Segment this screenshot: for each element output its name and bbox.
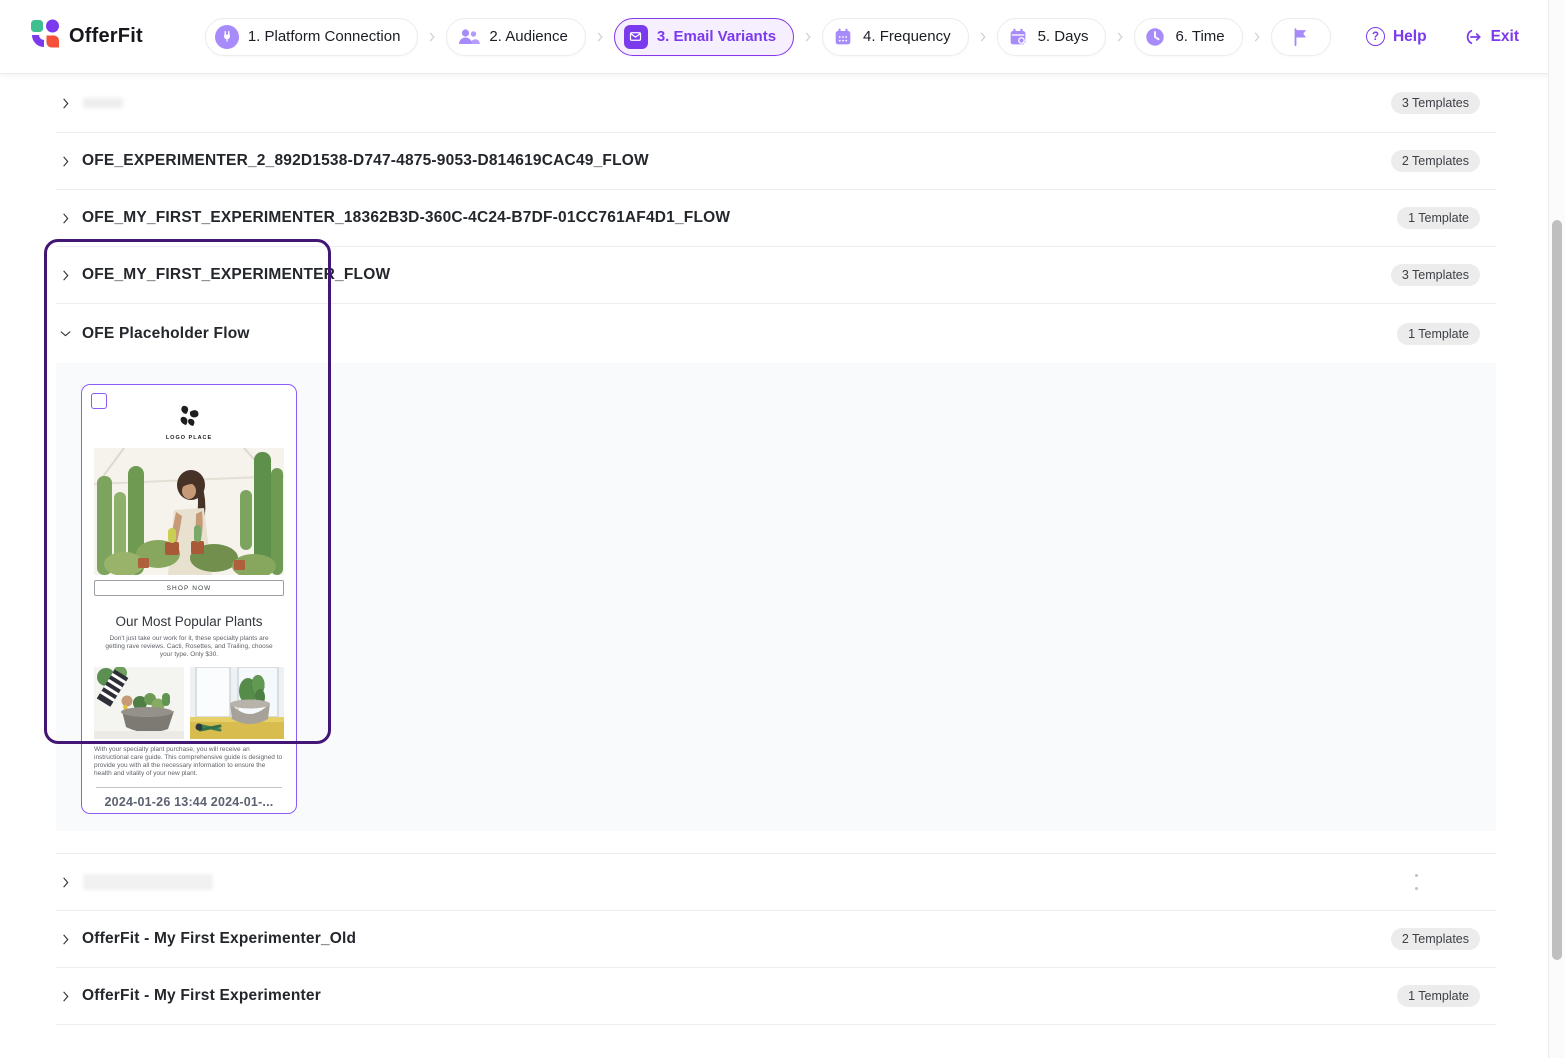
- flow-name: OFE Placeholder Flow: [82, 325, 250, 343]
- scrollbar-thumb[interactable]: [1552, 220, 1562, 960]
- offerfit-logo-text: OfferFit: [69, 25, 143, 48]
- template-count-badge: 3 Templates: [1391, 92, 1480, 114]
- leaf-logo-icon: [176, 404, 202, 433]
- template-count-badge: 1 Template: [1397, 323, 1480, 345]
- email-logo-label: LOGO PLACE: [166, 435, 212, 441]
- flow-row-ofe-placeholder-flow[interactable]: OFE Placeholder Flow 1 Template: [56, 304, 1496, 363]
- flow-name: OfferFit - My First Experimenter: [82, 987, 321, 1005]
- chevron-right-icon: [58, 268, 73, 283]
- redacted-flow-name: [83, 98, 123, 108]
- chevron-right-icon: [58, 96, 73, 111]
- top-navigation-bar: OfferFit 1. Platform Connection: [0, 0, 1565, 74]
- chevron-right-icon: [58, 989, 73, 1004]
- flag-icon: [1290, 26, 1312, 48]
- chevron-separator-icon: [801, 30, 815, 44]
- email-body-text-2: With your specialty plant purchase, you …: [94, 746, 284, 778]
- envelope-icon: [624, 25, 648, 49]
- chevron-right-icon: [58, 211, 73, 226]
- template-count-badge: 2 Templates: [1391, 150, 1480, 172]
- template-count-badge: 1 Template: [1397, 985, 1480, 1007]
- wizard-stepper: 1. Platform Connection 2. Audience: [205, 18, 1331, 56]
- email-preview: LOGO PLACE: [82, 385, 296, 809]
- flow-name: OFE_EXPERIMENTER_2_892D1538-D747-4875-90…: [82, 152, 649, 170]
- offerfit-logo: OfferFit: [30, 19, 143, 54]
- flow-list: 3 Templates OFE_EXPERIMENTER_2_892D1538-…: [0, 74, 1548, 1025]
- people-icon: [456, 25, 480, 49]
- template-timestamp: 2024-01-26 13:44 2024-01-...: [105, 795, 274, 809]
- flow-name: OFE_MY_FIRST_EXPERIMENTER_18362B3D-360C-…: [82, 209, 730, 227]
- flow-group-ofe-placeholder: OFE Placeholder Flow 1 Template: [0, 304, 1548, 854]
- calendar-icon: [832, 26, 854, 48]
- chevron-down-icon: [58, 326, 73, 341]
- chevron-right-icon: [58, 932, 73, 947]
- chevron-separator-icon: [1113, 30, 1127, 44]
- email-divider: [96, 787, 282, 788]
- email-gallery-right-image: [190, 667, 284, 739]
- redacted-badge: [1415, 874, 1418, 890]
- flow-row-redacted-1[interactable]: 3 Templates: [56, 74, 1496, 133]
- offerfit-logo-icon: [30, 19, 60, 54]
- step-label: 5. Days: [1038, 28, 1089, 45]
- step-audience[interactable]: 2. Audience: [446, 18, 585, 56]
- email-brand-logo: LOGO PLACE: [166, 404, 212, 441]
- chevron-right-icon: [58, 875, 73, 890]
- calendar-search-icon: [1007, 26, 1029, 48]
- email-variants-page: OfferFit 1. Platform Connection: [0, 0, 1565, 1058]
- template-checkbox[interactable]: [91, 393, 107, 409]
- flow-row-offerfit-experimenter[interactable]: OfferFit - My First Experimenter 1 Templ…: [56, 968, 1496, 1025]
- chevron-separator-icon: [976, 30, 990, 44]
- help-icon: ?: [1366, 27, 1385, 46]
- step-label: 1. Platform Connection: [248, 28, 401, 45]
- expanded-panel-footer: [56, 831, 1496, 854]
- email-body-text-1: Don't just take our work for it, these s…: [101, 635, 277, 659]
- flow-row-redacted-2[interactable]: [56, 854, 1496, 911]
- redacted-flow-name: [83, 874, 213, 890]
- step-platform-connection[interactable]: 1. Platform Connection: [205, 18, 419, 56]
- exit-label: Exit: [1491, 28, 1519, 46]
- email-heading: Our Most Popular Plants: [115, 614, 262, 629]
- header-actions: ? Help Exit: [1366, 27, 1519, 47]
- flow-name: OFE_MY_FIRST_EXPERIMENTER_FLOW: [82, 266, 390, 284]
- email-image-gallery: [94, 667, 284, 739]
- template-count-badge: 3 Templates: [1391, 264, 1480, 286]
- step-days[interactable]: 5. Days: [997, 18, 1107, 56]
- template-count-badge: 2 Templates: [1391, 928, 1480, 950]
- chevron-separator-icon: [593, 30, 607, 44]
- flow-row-ofe-my-first-experimenter-flow[interactable]: OFE_MY_FIRST_EXPERIMENTER_FLOW 3 Templat…: [56, 247, 1496, 304]
- clock-icon: [1144, 26, 1166, 48]
- flow-row-ofe-my-first-experimenter-guid[interactable]: OFE_MY_FIRST_EXPERIMENTER_18362B3D-360C-…: [56, 190, 1496, 247]
- step-time[interactable]: 6. Time: [1134, 18, 1242, 56]
- chevron-separator-icon: [425, 30, 439, 44]
- email-gallery-left-image: [94, 667, 184, 739]
- step-label: 4. Frequency: [863, 28, 951, 45]
- template-card[interactable]: LOGO PLACE: [81, 384, 297, 814]
- step-label: 6. Time: [1175, 28, 1224, 45]
- exit-icon: [1463, 27, 1483, 47]
- chevron-right-icon: [58, 154, 73, 169]
- finish-flag-step[interactable]: [1271, 18, 1331, 56]
- step-email-variants[interactable]: 3. Email Variants: [614, 18, 794, 56]
- step-frequency[interactable]: 4. Frequency: [822, 18, 969, 56]
- flow-row-ofe-experimenter-2[interactable]: OFE_EXPERIMENTER_2_892D1538-D747-4875-90…: [56, 133, 1496, 190]
- email-hero-image: [94, 448, 284, 575]
- step-label: 2. Audience: [489, 28, 567, 45]
- scrollbar-track: [1548, 0, 1565, 1058]
- plug-icon: [215, 25, 239, 49]
- expanded-templates-panel: LOGO PLACE: [56, 363, 1496, 831]
- help-button[interactable]: ? Help: [1366, 27, 1427, 46]
- flow-row-offerfit-experimenter-old[interactable]: OfferFit - My First Experimenter_Old 2 T…: [56, 911, 1496, 968]
- step-label: 3. Email Variants: [657, 28, 776, 45]
- help-label: Help: [1393, 28, 1427, 46]
- shop-now-button: SHOP NOW: [94, 580, 284, 596]
- template-count-badge: 1 Template: [1397, 207, 1480, 229]
- flow-name: OfferFit - My First Experimenter_Old: [82, 930, 356, 948]
- exit-button[interactable]: Exit: [1463, 27, 1519, 47]
- chevron-separator-icon: [1250, 30, 1264, 44]
